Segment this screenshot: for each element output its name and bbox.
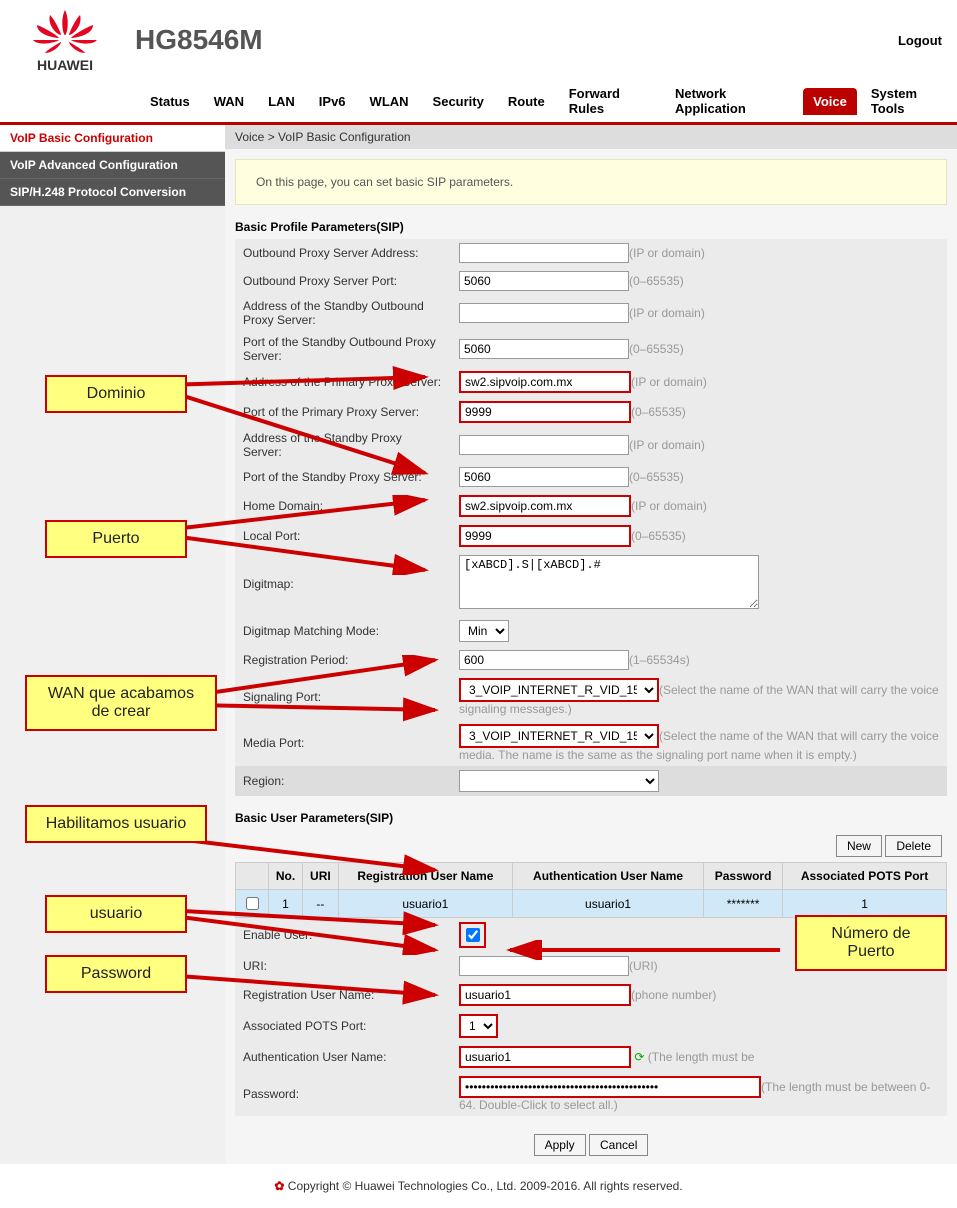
standby-outbound-port-hint: (0–65535) <box>629 342 684 356</box>
signaling-select[interactable]: 3_VOIP_INTERNET_R_VID_1503 <box>459 678 659 702</box>
standby-outbound-addr-input[interactable] <box>459 303 629 323</box>
arrow-habilitamos <box>185 835 445 875</box>
tab-lan[interactable]: LAN <box>258 88 305 115</box>
callout-password: Password <box>45 955 187 993</box>
local-port-hint: (0–65535) <box>631 529 686 543</box>
th-auth: Authentication User Name <box>513 863 704 890</box>
outbound-addr-label: Outbound Proxy Server Address: <box>235 239 451 267</box>
arrow-wan <box>195 655 445 775</box>
callout-habilitamos: Habilitamos usuario <box>25 805 207 843</box>
outbound-port-input[interactable] <box>459 271 629 291</box>
primary-port-hint: (0–65535) <box>631 405 686 419</box>
arrow-password <box>165 965 445 1005</box>
callout-wan: WAN que acabamos de crear <box>25 675 217 731</box>
td-auth: usuario1 <box>513 890 704 918</box>
home-domain-hint: (IP or domain) <box>631 499 707 513</box>
standby-port-hint: (0–65535) <box>629 470 684 484</box>
th-pwd: Password <box>704 863 783 890</box>
tab-status[interactable]: Status <box>140 88 200 115</box>
outbound-addr-input[interactable] <box>459 243 629 263</box>
auth-user-input[interactable] <box>459 1046 631 1068</box>
tab-route[interactable]: Route <box>498 88 555 115</box>
footer-text: Copyright © Huawei Technologies Co., Ltd… <box>288 1179 683 1193</box>
callout-dominio: Dominio <box>45 375 187 413</box>
td-pwd: ******* <box>704 890 783 918</box>
refresh-icon[interactable]: ⟳ <box>634 1050 644 1064</box>
logout-link[interactable]: Logout <box>898 33 942 48</box>
svg-text:HUAWEI: HUAWEI <box>37 57 93 73</box>
home-domain-input[interactable] <box>459 495 631 517</box>
tab-wan[interactable]: WAN <box>204 88 254 115</box>
reg-period-input[interactable] <box>459 650 629 670</box>
td-port: 1 <box>783 890 947 918</box>
primary-port-input[interactable] <box>459 401 631 423</box>
enable-user-checkbox[interactable] <box>466 928 480 942</box>
password-label: Password: <box>235 1072 451 1116</box>
sidebar: VoIP Basic Configuration VoIP Advanced C… <box>0 125 225 1164</box>
section-basic-user: Basic User Parameters(SIP) <box>225 806 957 830</box>
digitmap-mode-select[interactable]: Min <box>459 620 509 642</box>
tab-ipv6[interactable]: IPv6 <box>309 88 356 115</box>
th-port: Associated POTS Port <box>783 863 947 890</box>
standby-addr-hint: (IP or domain) <box>629 438 705 452</box>
standby-outbound-port-input[interactable] <box>459 339 629 359</box>
password-input[interactable] <box>459 1076 761 1098</box>
main-nav: Status WAN LAN IPv6 WLAN Security Route … <box>0 80 957 125</box>
standby-addr-input[interactable] <box>459 435 629 455</box>
sidebar-item-voip-basic[interactable]: VoIP Basic Configuration <box>0 125 225 152</box>
sidebar-item-voip-advanced[interactable]: VoIP Advanced Configuration <box>0 152 225 179</box>
sidebar-item-sip-h248[interactable]: SIP/H.248 Protocol Conversion <box>0 179 225 206</box>
primary-addr-input[interactable] <box>459 371 631 393</box>
tab-wlan[interactable]: WLAN <box>360 88 419 115</box>
delete-button[interactable]: Delete <box>885 835 942 857</box>
arrow-puerto <box>165 495 445 575</box>
footer: ✿ Copyright © Huawei Technologies Co., L… <box>0 1164 957 1208</box>
digitmap-mode-label: Digitmap Matching Mode: <box>235 616 451 646</box>
primary-addr-hint: (IP or domain) <box>631 375 707 389</box>
tab-network-application[interactable]: Network Application <box>665 80 799 122</box>
pots-port-label: Associated POTS Port: <box>235 1010 451 1042</box>
media-select[interactable]: 3_VOIP_INTERNET_R_VID_1503 <box>459 724 659 748</box>
tab-system-tools[interactable]: System Tools <box>861 80 957 122</box>
outbound-port-hint: (0–65535) <box>629 274 684 288</box>
standby-outbound-port-label: Port of the Standby Outbound Proxy Serve… <box>235 331 451 367</box>
arrow-dominio <box>165 365 445 515</box>
info-box: On this page, you can set basic SIP para… <box>235 159 947 205</box>
auth-user-hint: (The length must be <box>648 1050 755 1064</box>
tab-security[interactable]: Security <box>423 88 494 115</box>
digitmap-textarea[interactable]: [xABCD].S|[xABCD].# <box>459 555 759 609</box>
callout-usuario: usuario <box>45 895 187 933</box>
apply-button[interactable]: Apply <box>534 1134 586 1156</box>
reg-period-hint: (1–65534s) <box>629 653 690 667</box>
outbound-port-label: Outbound Proxy Server Port: <box>235 267 451 295</box>
uri-hint: (URI) <box>629 959 658 973</box>
section-basic-profile: Basic Profile Parameters(SIP) <box>225 215 957 239</box>
breadcrumb: Voice > VoIP Basic Configuration <box>225 125 957 149</box>
reg-user-input[interactable] <box>459 984 631 1006</box>
outbound-addr-hint: (IP or domain) <box>629 246 705 260</box>
new-button[interactable]: New <box>836 835 882 857</box>
arrow-usuario <box>165 895 445 955</box>
standby-outbound-addr-label: Address of the Standby Outbound Proxy Se… <box>235 295 451 331</box>
cancel-button[interactable]: Cancel <box>589 1134 648 1156</box>
standby-port-input[interactable] <box>459 467 629 487</box>
reg-user-hint: (phone number) <box>631 988 716 1002</box>
region-select[interactable] <box>459 770 659 792</box>
standby-outbound-addr-hint: (IP or domain) <box>629 306 705 320</box>
tab-forward-rules[interactable]: Forward Rules <box>559 80 661 122</box>
tab-voice[interactable]: Voice <box>803 88 857 115</box>
callout-numero-puerto: Número de Puerto <box>795 915 947 971</box>
model-name: HG8546M <box>135 24 898 56</box>
footer-logo-icon: ✿ <box>274 1179 284 1193</box>
arrow-numero-puerto <box>500 940 790 960</box>
local-port-input[interactable] <box>459 525 631 547</box>
pots-port-select[interactable]: 1 <box>459 1014 498 1038</box>
auth-user-label: Authentication User Name: <box>235 1042 451 1072</box>
huawei-logo: HUAWEI <box>15 5 115 75</box>
callout-puerto: Puerto <box>45 520 187 558</box>
